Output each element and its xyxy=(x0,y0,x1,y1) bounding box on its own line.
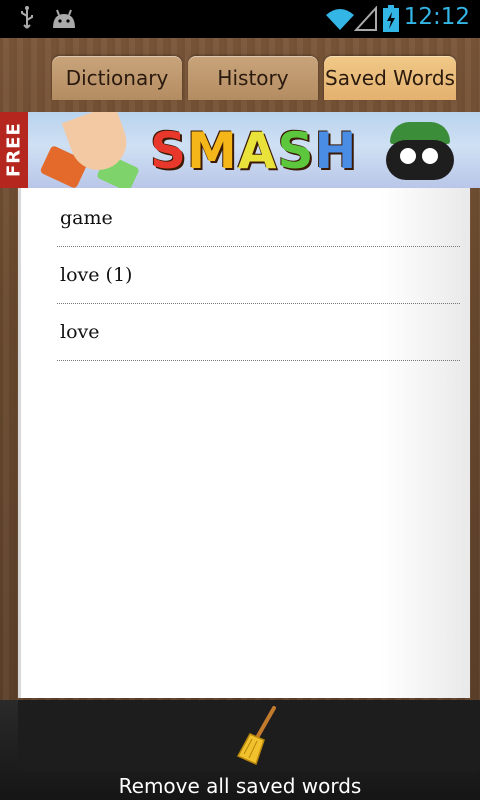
clock: 12:12 xyxy=(403,4,470,30)
list-item[interactable]: love xyxy=(57,304,460,361)
tab-saved-words[interactable]: Saved Words xyxy=(324,56,456,100)
tab-dictionary[interactable]: Dictionary xyxy=(52,56,182,100)
ad-banner[interactable]: FREE SMASH xyxy=(0,112,480,188)
signal-icon xyxy=(354,6,377,31)
status-bar: 12:12 xyxy=(0,0,480,38)
tab-label: Saved Words xyxy=(325,66,455,90)
tab-label: History xyxy=(217,66,289,90)
remove-all-button[interactable] xyxy=(18,700,480,772)
android-debug-icon xyxy=(53,9,75,28)
list-item[interactable]: game xyxy=(57,190,460,247)
saved-words-list: game love (1) love xyxy=(18,188,470,698)
tab-label: Dictionary xyxy=(65,66,169,90)
word-label: love xyxy=(60,321,100,343)
banner-title: SMASH xyxy=(150,122,358,180)
word-label: love (1) xyxy=(60,264,133,286)
word-label: game xyxy=(60,207,113,229)
usb-icon xyxy=(21,6,33,29)
broom-icon xyxy=(236,706,276,766)
free-label: FREE xyxy=(0,112,28,188)
wifi-icon xyxy=(326,9,354,30)
list-item[interactable]: love (1) xyxy=(57,247,460,304)
bug-icon xyxy=(380,118,460,184)
battery-charging-icon xyxy=(383,5,399,32)
remove-all-label[interactable]: Remove all saved words xyxy=(0,774,480,798)
tab-history[interactable]: History xyxy=(188,56,318,100)
